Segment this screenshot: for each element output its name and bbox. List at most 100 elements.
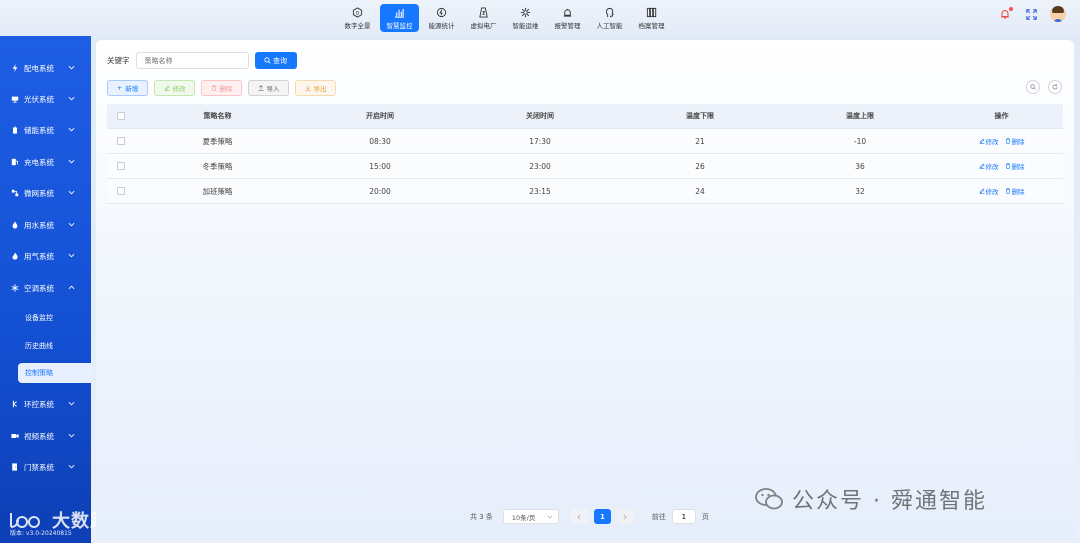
import-button[interactable]: 导入 bbox=[248, 80, 289, 96]
user-avatar[interactable] bbox=[1050, 6, 1066, 22]
row-checkbox[interactable] bbox=[117, 137, 125, 145]
main-panel: 关键字 查询 + 新增 修改 删除 导入 导出 bbox=[96, 40, 1074, 540]
nav-item-alarms[interactable]: 报警管理 bbox=[548, 4, 587, 32]
nav-item-operations[interactable]: 智能运维 bbox=[506, 4, 545, 32]
cell-start-time: 20:00 bbox=[369, 186, 391, 196]
row-edit-link[interactable]: 修改 bbox=[979, 136, 999, 146]
notification-dot bbox=[1009, 7, 1013, 11]
search-label: 关键字 bbox=[107, 56, 130, 65]
cell-start-time: 15:00 bbox=[369, 161, 391, 171]
sidebar-subitem-control-strategy[interactable]: 控制策略 bbox=[18, 363, 91, 383]
sidebar-subitem-label: 历史曲线 bbox=[25, 342, 53, 350]
export-button[interactable]: 导出 bbox=[295, 80, 336, 96]
cell-strategy-name: 夏季策略 bbox=[202, 136, 233, 146]
sidebar-item-label: 用水系统 bbox=[24, 220, 54, 230]
sidebar-item-photovoltaic[interactable]: 光伏系统 bbox=[0, 89, 91, 109]
row-checkbox[interactable] bbox=[117, 162, 125, 170]
panorama-icon: D bbox=[352, 6, 363, 18]
sidebar-item-label: 光伏系统 bbox=[24, 94, 54, 104]
next-page-button[interactable] bbox=[616, 509, 634, 524]
chevron-down-icon bbox=[68, 65, 75, 70]
sidebar-subitem-label: 控制策略 bbox=[25, 369, 53, 377]
charger-icon bbox=[10, 158, 19, 167]
nav-label: 数字全景 bbox=[344, 21, 371, 30]
cell-temp-high: -10 bbox=[853, 136, 867, 146]
nav-label: 智慧监控 bbox=[386, 21, 413, 30]
row-edit-label: 修改 bbox=[985, 163, 999, 171]
action-toolbar: + 新增 修改 删除 导入 导出 bbox=[107, 80, 336, 96]
sidebar-item-environment[interactable]: 环控系统 bbox=[0, 394, 91, 414]
prev-page-button[interactable] bbox=[570, 509, 588, 524]
export-button-label: 导出 bbox=[313, 85, 327, 93]
chevron-down-icon bbox=[68, 96, 75, 101]
row-edit-link[interactable]: 修改 bbox=[979, 186, 999, 196]
row-edit-link[interactable]: 修改 bbox=[979, 161, 999, 171]
trash-icon bbox=[1005, 188, 1010, 194]
goto-page-input[interactable] bbox=[671, 509, 696, 524]
wechat-icon bbox=[755, 488, 783, 510]
trash-icon bbox=[1005, 138, 1010, 144]
pagination-total: 共 3 条 bbox=[470, 512, 493, 521]
ai-icon bbox=[606, 7, 614, 17]
nav-item-panorama[interactable]: D 数字全景 bbox=[338, 4, 377, 32]
cell-temp-low: 21 bbox=[695, 136, 705, 146]
select-all-checkbox[interactable] bbox=[117, 112, 125, 120]
row-delete-link[interactable]: 删除 bbox=[1005, 186, 1025, 196]
refresh-icon bbox=[1052, 84, 1058, 90]
strategy-name-search-input[interactable] bbox=[135, 52, 249, 69]
page-size-select[interactable]: 10条/页 bbox=[502, 509, 559, 524]
sidebar-item-charging[interactable]: 充电系统 bbox=[0, 152, 91, 172]
delete-button[interactable]: 删除 bbox=[201, 80, 242, 96]
refresh-button[interactable] bbox=[1048, 80, 1062, 94]
sidebar-subitem-device-monitor[interactable]: 设备监控 bbox=[18, 308, 91, 328]
sidebar-item-label: 微网系统 bbox=[24, 188, 54, 198]
notification-bell-icon[interactable] bbox=[998, 7, 1013, 21]
sidebar-item-gas[interactable]: 用气系统 bbox=[0, 246, 91, 266]
nav-item-energy-stats[interactable]: 能源统计 bbox=[422, 4, 461, 32]
query-button[interactable]: 查询 bbox=[254, 52, 297, 69]
chevron-down-icon bbox=[68, 190, 75, 195]
row-checkbox[interactable] bbox=[117, 187, 125, 195]
add-button[interactable]: + 新增 bbox=[107, 80, 148, 96]
sidebar-item-air-conditioning[interactable]: 空调系统 bbox=[0, 278, 91, 298]
table-header: 策略名称 开启时间 关闭时间 温度下限 温度上限 操作 bbox=[107, 104, 1063, 129]
search-icon bbox=[264, 57, 271, 64]
goto-label: 前往 bbox=[651, 512, 666, 521]
sidebar-item-video[interactable]: 视频系统 bbox=[0, 426, 91, 446]
chevron-up-icon bbox=[68, 285, 75, 290]
sidebar-item-energy-storage[interactable]: 储能系统 bbox=[0, 120, 91, 140]
table-row[interactable]: 夏季策略 08:30 17:30 21 -10 修改 删除 bbox=[107, 129, 1063, 154]
table-row[interactable]: 冬季策略 15:00 23:00 26 36 修改 删除 bbox=[107, 154, 1063, 179]
nav-label: 能源统计 bbox=[428, 21, 455, 30]
row-delete-link[interactable]: 删除 bbox=[1005, 136, 1025, 146]
chevron-left-icon bbox=[577, 513, 581, 520]
sidebar: 配电系统 光伏系统 储能系统 充电系统 微网系统 用水系统 用气系统 空调系统 … bbox=[0, 36, 91, 543]
column-header: 温度上限 bbox=[846, 112, 874, 120]
goto-suffix: 页 bbox=[701, 512, 709, 521]
row-delete-link[interactable]: 删除 bbox=[1005, 161, 1025, 171]
edit-icon bbox=[979, 138, 985, 144]
sidebar-item-water[interactable]: 用水系统 bbox=[0, 215, 91, 235]
page-number-current[interactable]: 1 bbox=[593, 509, 611, 524]
table-tools bbox=[1026, 80, 1062, 94]
nav-item-archives[interactable]: 档案管理 bbox=[632, 4, 671, 32]
nav-item-ai[interactable]: 人工智能 bbox=[590, 4, 629, 32]
row-edit-label: 修改 bbox=[985, 188, 999, 196]
toggle-search-button[interactable] bbox=[1026, 80, 1040, 94]
sidebar-item-access-control[interactable]: 门禁系统 bbox=[0, 457, 91, 477]
plus-icon: + bbox=[116, 84, 123, 92]
cell-end-time: 17:30 bbox=[529, 136, 551, 146]
cell-operations: 修改 删除 bbox=[940, 161, 1063, 171]
page-size-value: 10条/页 bbox=[511, 513, 536, 522]
battery-icon bbox=[10, 126, 19, 135]
column-header: 操作 bbox=[994, 112, 1009, 120]
door-icon bbox=[10, 463, 19, 472]
nav-item-virtual-plant[interactable]: 虚拟电厂 bbox=[464, 4, 503, 32]
sidebar-item-power-distribution[interactable]: 配电系统 bbox=[0, 58, 91, 78]
fullscreen-icon[interactable] bbox=[1024, 7, 1038, 21]
nav-item-monitoring[interactable]: 智慧监控 bbox=[380, 4, 419, 32]
sidebar-item-microgrid[interactable]: 微网系统 bbox=[0, 183, 91, 203]
table-row[interactable]: 加班策略 20:00 23:15 24 32 修改 删除 bbox=[107, 179, 1063, 204]
edit-button[interactable]: 修改 bbox=[154, 80, 195, 96]
sidebar-subitem-history-curve[interactable]: 历史曲线 bbox=[18, 336, 91, 356]
